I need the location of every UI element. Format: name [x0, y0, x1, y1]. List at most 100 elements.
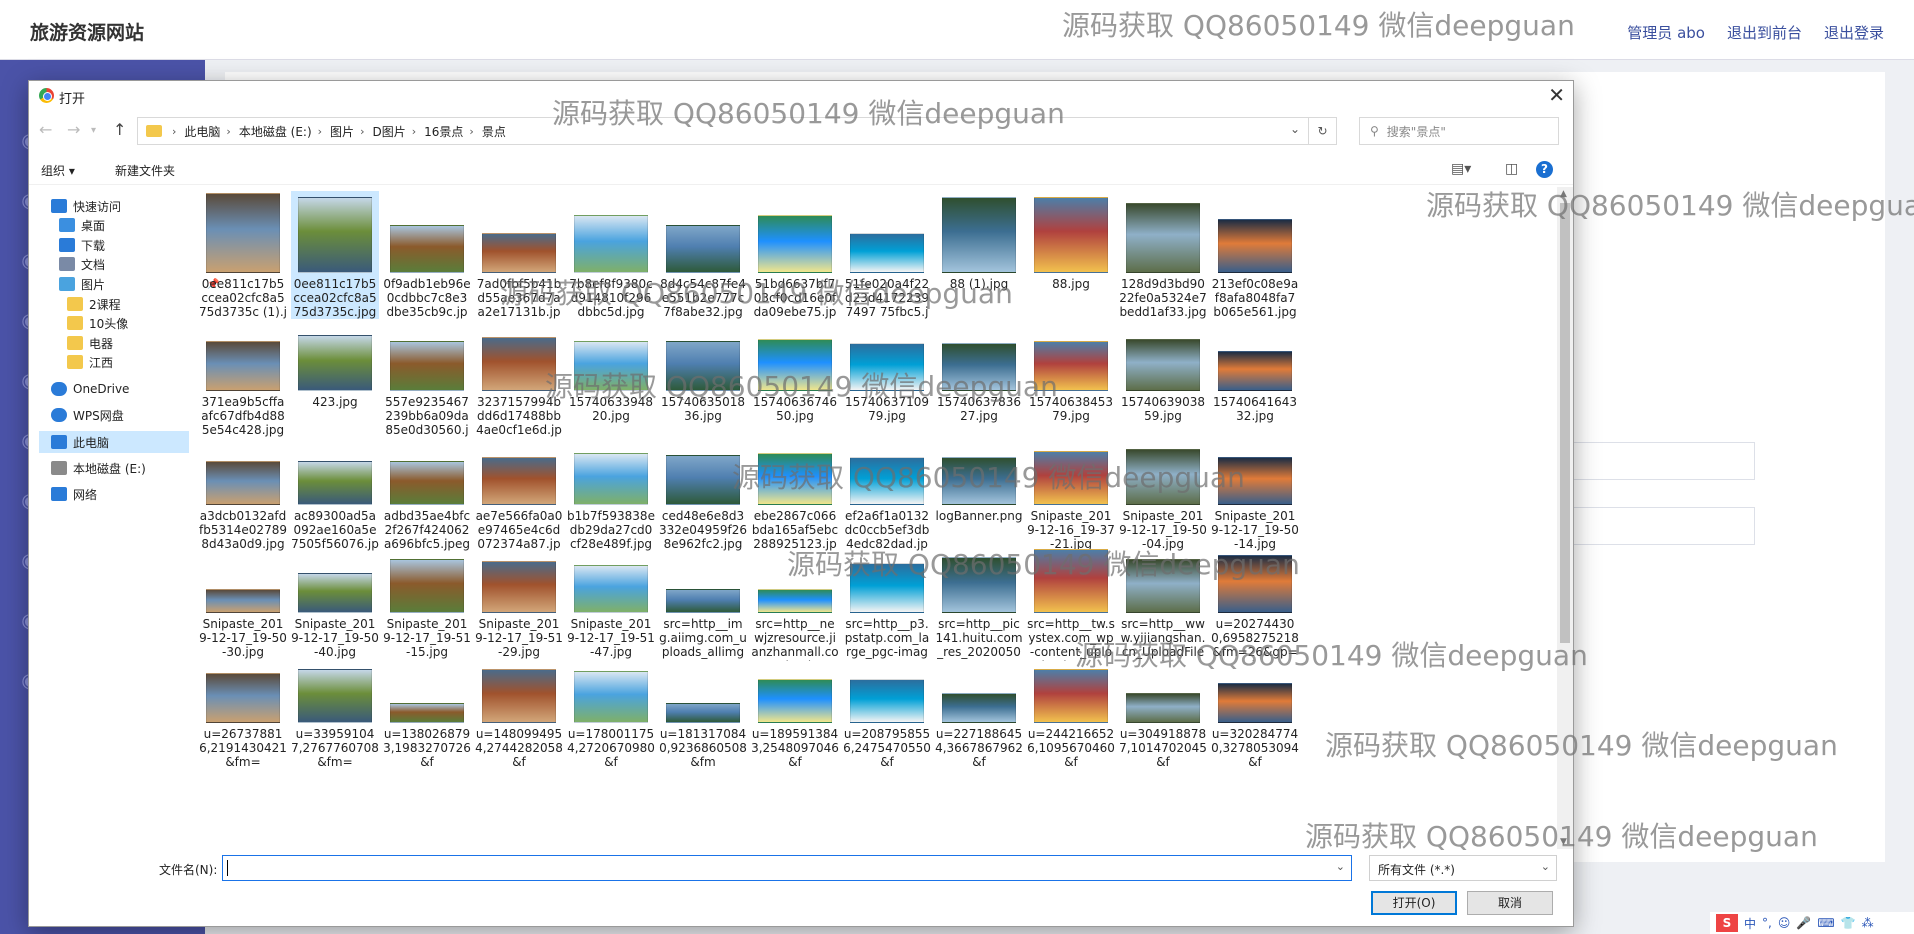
- file-item[interactable]: src=http__pic141.huitu.com_res_20200503_…: [935, 531, 1023, 661]
- file-item[interactable]: u=1380268793,1983270726&f: [383, 641, 471, 769]
- file-item[interactable]: 1574063394820.jpg: [567, 309, 655, 437]
- file-item[interactable]: Snipaste_2019-12-17_19-51-29.jpg: [475, 531, 563, 659]
- forward-arrow-icon[interactable]: →: [67, 120, 80, 139]
- file-item[interactable]: 1574063903859.jpg: [1119, 309, 1207, 437]
- nav-item[interactable]: 网络: [51, 483, 97, 505]
- file-item[interactable]: u=1480994954,2744282058&f: [475, 641, 563, 769]
- admin-user-link[interactable]: 管理员 abo: [1627, 22, 1705, 43]
- preview-pane-icon[interactable]: ◫: [1505, 161, 1518, 177]
- search-placeholder: 搜索"景点": [1386, 124, 1446, 139]
- recent-chevron-icon[interactable]: ▾: [91, 125, 96, 136]
- tray-icon[interactable]: 👕: [1841, 916, 1856, 930]
- up-arrow-icon[interactable]: ↑: [113, 120, 126, 139]
- file-item[interactable]: 88 (1).jpg: [935, 191, 1023, 319]
- file-item[interactable]: 51bd6637bf703cf0cd16e0fda09ebe75.jpg: [751, 191, 839, 321]
- scroll-thumb[interactable]: [1560, 203, 1570, 643]
- close-icon[interactable]: ✕: [1548, 83, 1565, 107]
- file-item[interactable]: 1574063783627.jpg: [935, 309, 1023, 437]
- breadcrumb-item[interactable]: 图片: [330, 123, 354, 140]
- nav-item[interactable]: 桌面📌: [59, 214, 219, 236]
- file-item[interactable]: src=http__img.aiimg.com_uploads_allimg_1…: [659, 531, 747, 661]
- sogou-ime-icon[interactable]: S: [1716, 914, 1738, 932]
- back-arrow-icon[interactable]: ←: [39, 120, 52, 139]
- file-item[interactable]: u=1780011754,2720670980&f: [567, 641, 655, 769]
- file-item[interactable]: u=3202847740,3278053094&f: [1211, 641, 1299, 769]
- organize-button[interactable]: 组织 ▾: [41, 162, 75, 179]
- file-item[interactable]: src=http__newjzresource.jianzhanmall.com…: [751, 531, 839, 661]
- file-item[interactable]: u=2442166526,1095670460&f: [1027, 641, 1115, 769]
- file-item[interactable]: u=3049188787,1014702045&f: [1119, 641, 1207, 769]
- address-bar[interactable]: › 此电脑 › 本地磁盘 (E:) › 图片 › D图片 › 16景点 › 景点 ⌄ ↻: [137, 117, 1337, 145]
- file-item[interactable]: 213ef0c08e9af8afa8048fa7b065e561.jpg: [1211, 191, 1299, 319]
- file-item[interactable]: u=267378816,2191430421&fm=: [199, 641, 287, 769]
- tray-icon[interactable]: ☺: [1778, 916, 1791, 930]
- file-item[interactable]: u=2271886454,3667867962&f: [935, 641, 1023, 769]
- nav-item[interactable]: 文档📌: [59, 253, 219, 275]
- breadcrumb-item[interactable]: D图片: [372, 123, 405, 140]
- tray-icon[interactable]: 中: [1744, 915, 1756, 932]
- nav-item[interactable]: 江西: [67, 351, 113, 373]
- image-thumbnail-icon: [1211, 537, 1299, 613]
- nav-item[interactable]: 本地磁盘 (E:): [51, 457, 146, 479]
- file-item[interactable]: 0ee811c17b5ccea02cfc8a575d3735c.jpg: [291, 191, 379, 319]
- nav-item[interactable]: 10头像: [67, 312, 128, 334]
- file-item[interactable]: 3237157994bdd6d17488bb4ae0cf1e6d.jpg: [475, 309, 563, 439]
- file-item[interactable]: 51fe020a4f22d23d41722397497 75fbc5.jpg: [843, 191, 931, 321]
- file-item[interactable]: 371ea9b5cffaafc67dfb4d885e54c428.jpg: [199, 309, 287, 437]
- file-item[interactable]: Snipaste_2019-12-17_19-51-47.jpg: [567, 531, 655, 659]
- file-item[interactable]: 1574063674650.jpg: [751, 309, 839, 437]
- file-item[interactable]: u=1813170840,9236860508&fm: [659, 641, 747, 769]
- scroll-up-icon[interactable]: ▲: [1560, 189, 1567, 199]
- file-item[interactable]: u=1895913843,2548097046&f: [751, 641, 839, 769]
- front-page-link[interactable]: 退出到前台: [1727, 22, 1802, 43]
- scroll-down-icon[interactable]: ▼: [1560, 837, 1567, 847]
- chevron-down-icon[interactable]: ⌄: [1290, 122, 1300, 136]
- help-icon[interactable]: ?: [1536, 161, 1553, 178]
- breadcrumb-item[interactable]: 此电脑: [184, 123, 220, 140]
- new-folder-button[interactable]: 新建文件夹: [115, 162, 175, 179]
- breadcrumb-item[interactable]: 16景点: [424, 123, 463, 140]
- file-item[interactable]: 1574063845379.jpg: [1027, 309, 1115, 437]
- file-item[interactable]: Snipaste_2019-12-17_19-50-30.jpg: [199, 531, 287, 659]
- file-item[interactable]: 7ad0fbf5b41bd55ae367d7aa2e17131b.jpeg: [475, 191, 563, 321]
- file-item[interactable]: src=http__www.yijiangshan.cn_UploadFiles…: [1119, 531, 1207, 661]
- view-options-icon[interactable]: ▤▾: [1451, 161, 1471, 177]
- tray-icon[interactable]: ⁂: [1862, 916, 1874, 930]
- file-item[interactable]: 1574063501836.jpg: [659, 309, 747, 437]
- file-item[interactable]: Snipaste_2019-12-17_19-50-40.jpg: [291, 531, 379, 659]
- file-item[interactable]: 88.jpg: [1027, 191, 1115, 319]
- file-item[interactable]: 0ee811c17b5ccea02cfc8a575d3735c (1).jpg: [199, 191, 287, 321]
- tray-icon[interactable]: °,: [1762, 916, 1772, 930]
- file-item[interactable]: 423.jpg: [291, 309, 379, 437]
- tray-icon[interactable]: 🎤: [1796, 916, 1811, 930]
- chevron-down-icon[interactable]: ⌄: [1336, 860, 1345, 873]
- file-item[interactable]: u=2087958556,2475470550&f: [843, 641, 931, 769]
- logout-link[interactable]: 退出登录: [1824, 22, 1884, 43]
- file-item[interactable]: 1574063710979.jpg: [843, 309, 931, 437]
- file-item[interactable]: 0f9adb1eb96e0cdbbc7c8e3dbe35cb9c.jpeg: [383, 191, 471, 321]
- nav-item[interactable]: 此电脑: [39, 431, 189, 453]
- breadcrumb-item[interactable]: 景点: [482, 123, 506, 140]
- file-item[interactable]: u=339591047,2767760708&fm=: [291, 641, 379, 769]
- file-item[interactable]: u=202744300,6958275218&fm=26&gp=0.jpg: [1211, 531, 1299, 661]
- tray-icon[interactable]: ⌨: [1817, 916, 1834, 930]
- nav-item[interactable]: OneDrive: [51, 378, 129, 400]
- breadcrumb-item[interactable]: 本地磁盘 (E:): [239, 123, 312, 140]
- file-item[interactable]: src=http__tw.systex.com_wp-content_uploa…: [1027, 531, 1115, 661]
- cancel-button[interactable]: 取消: [1467, 891, 1553, 915]
- file-item[interactable]: 7b8ef8f9380cd914810f296dbbc5d.jpg: [567, 191, 655, 319]
- file-item[interactable]: 557e9235467239bb6a09da85e0d30560.jpg: [383, 309, 471, 439]
- file-item[interactable]: src=http__p3.pstatp.com_large_pgc-image_…: [843, 531, 931, 661]
- nav-item[interactable]: 图片 📌: [59, 273, 219, 295]
- nav-item[interactable]: WPS网盘: [51, 404, 124, 426]
- search-box[interactable]: ⚲ 搜索"景点": [1359, 117, 1559, 145]
- file-item[interactable]: 1574064164332.jpg: [1211, 309, 1299, 437]
- file-type-select[interactable]: 所有文件 (*.*) ⌄: [1369, 855, 1557, 881]
- vertical-scrollbar[interactable]: ▲ ▼: [1557, 187, 1573, 849]
- file-item[interactable]: 128d9d3bd9022fe0a5324e7bedd1af33.jpg: [1119, 191, 1207, 319]
- file-item[interactable]: 8d4c54c87fe4e551b2e777c7f8abe32.jpg: [659, 191, 747, 319]
- filename-input[interactable]: ⌄: [222, 855, 1352, 881]
- refresh-icon[interactable]: ↻: [1308, 118, 1336, 144]
- file-item[interactable]: Snipaste_2019-12-17_19-51-15.jpg: [383, 531, 471, 659]
- open-button[interactable]: 打开(O): [1371, 891, 1457, 915]
